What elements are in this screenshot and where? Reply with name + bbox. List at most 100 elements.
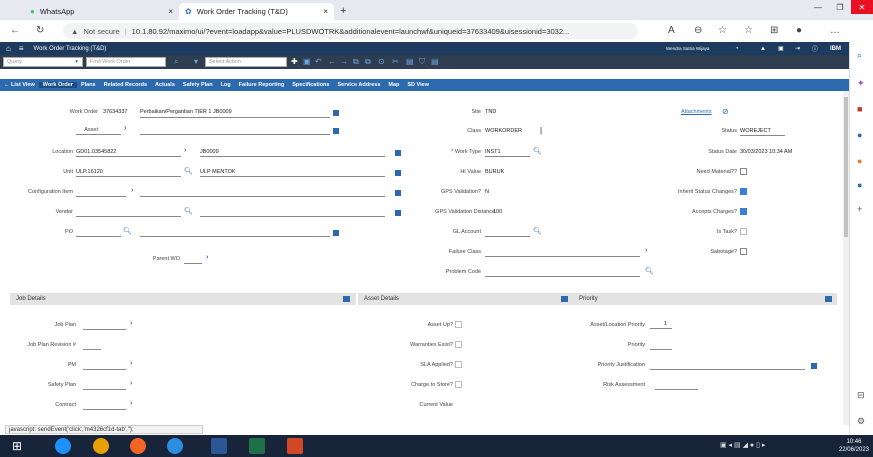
tab-sd-view[interactable]: SD View bbox=[403, 82, 433, 88]
undo-icon[interactable]: ↶ bbox=[315, 57, 322, 66]
long-description-icon[interactable] bbox=[395, 190, 401, 196]
url-input[interactable]: ▲ Not secure | 10.1.80.92/maximo/ui/?eve… bbox=[63, 23, 638, 39]
long-description-icon[interactable] bbox=[811, 363, 817, 369]
tab-specifications[interactable]: Specifications bbox=[288, 82, 333, 88]
long-description-icon[interactable] bbox=[395, 210, 401, 216]
asset-desc-input[interactable] bbox=[140, 134, 330, 135]
pm-input[interactable] bbox=[83, 369, 126, 370]
long-description-icon[interactable] bbox=[333, 230, 339, 236]
section-dialog-icon[interactable] bbox=[343, 296, 350, 302]
config-item-input[interactable] bbox=[76, 196, 126, 197]
unit-value[interactable]: ULP.16120 bbox=[76, 169, 103, 175]
new-tab-button[interactable]: + bbox=[340, 5, 346, 17]
job-plan-input[interactable] bbox=[83, 329, 126, 330]
asset-details-header[interactable]: Asset Details bbox=[358, 293, 576, 305]
search-icon[interactable]: 🔍︎ bbox=[184, 207, 193, 215]
location-priority-value[interactable]: 1 bbox=[664, 321, 667, 327]
more-icon[interactable]: … bbox=[830, 25, 840, 36]
inherit-status-checkbox[interactable] bbox=[740, 188, 747, 195]
chevron-right-icon[interactable]: › bbox=[645, 247, 647, 254]
scrollbar-thumb[interactable] bbox=[844, 97, 848, 237]
info-icon[interactable]: ⓘ bbox=[812, 44, 818, 53]
section-dialog-icon[interactable] bbox=[561, 296, 568, 302]
chevron-right-icon[interactable]: › bbox=[184, 147, 186, 154]
action-select[interactable]: Select Action bbox=[205, 57, 287, 67]
chevron-down-icon[interactable]: ▾ bbox=[194, 57, 198, 66]
add-icon[interactable]: + bbox=[857, 204, 862, 214]
sparkle-icon[interactable]: ✦ bbox=[857, 78, 865, 89]
profile-icon[interactable]: ● bbox=[796, 25, 802, 36]
priority-header[interactable]: Priority bbox=[574, 293, 837, 305]
asset-input[interactable] bbox=[76, 134, 121, 135]
firefox-icon[interactable] bbox=[130, 438, 146, 454]
search-icon[interactable]: 🔍︎ bbox=[645, 267, 654, 275]
tab-work-order[interactable]: Work Order bbox=[38, 82, 77, 88]
tab-log[interactable]: Log bbox=[217, 82, 235, 88]
close-window-icon[interactable]: ✕ bbox=[851, 0, 873, 14]
tab-service-address[interactable]: Service Address bbox=[333, 82, 384, 88]
settings-icon[interactable]: ⚙ bbox=[857, 416, 865, 427]
paperclip-icon[interactable]: ⊘ bbox=[722, 107, 729, 116]
close-tab-icon[interactable]: × bbox=[323, 7, 328, 16]
workflow-icon[interactable]: ⧉ bbox=[353, 57, 359, 67]
tray-icons[interactable]: ▣ ◂ ▤ ◢ ● ▯ ▸ bbox=[720, 441, 765, 449]
signout-icon[interactable]: ⇥ bbox=[795, 45, 800, 52]
next-icon[interactable]: → bbox=[340, 57, 348, 66]
help-icon[interactable]: ◔ bbox=[735, 46, 739, 52]
safety-plan-input[interactable] bbox=[83, 389, 126, 390]
chevron-right-icon[interactable]: › bbox=[130, 320, 132, 327]
chevron-right-icon[interactable]: › bbox=[124, 125, 126, 132]
tab-plans[interactable]: Plans bbox=[77, 82, 100, 88]
po-input[interactable] bbox=[76, 236, 121, 237]
gl-account-input[interactable] bbox=[485, 236, 530, 237]
location-value[interactable]: GD01.03545822 bbox=[76, 149, 116, 155]
tab-related-records[interactable]: Related Records bbox=[100, 82, 151, 88]
long-description-icon[interactable] bbox=[395, 170, 401, 176]
attachments-link[interactable]: Attachments bbox=[681, 109, 712, 115]
excel-icon[interactable] bbox=[249, 438, 265, 454]
games-icon[interactable]: ● bbox=[857, 156, 862, 166]
job-details-header[interactable]: Job Details bbox=[10, 293, 356, 305]
tab-list-view[interactable]: ← List View bbox=[0, 82, 39, 88]
chevron-right-icon[interactable]: › bbox=[130, 380, 132, 387]
internet-explorer-icon[interactable] bbox=[55, 438, 71, 454]
failure-class-input[interactable] bbox=[485, 256, 640, 257]
browser-tab-whatsapp[interactable]: ● WhatsApp × bbox=[24, 3, 179, 20]
parent-wo-input[interactable] bbox=[184, 263, 202, 264]
tab-safety-plan[interactable]: Safety Plan bbox=[179, 82, 217, 88]
contract-input[interactable] bbox=[83, 409, 126, 410]
close-tab-icon[interactable]: × bbox=[168, 7, 173, 16]
section-dialog-icon[interactable] bbox=[825, 296, 832, 302]
print-icon[interactable]: ▤ bbox=[431, 57, 439, 66]
sidebar-toggle-icon[interactable]: ⊟ bbox=[857, 390, 865, 401]
chevron-right-icon[interactable]: › bbox=[130, 400, 132, 407]
priority-input[interactable] bbox=[650, 349, 672, 350]
browser-tab-maximo[interactable]: ✿ Work Order Tracking (T&D) × bbox=[179, 3, 334, 20]
clock[interactable]: 10:46 22/06/2023 bbox=[839, 438, 869, 454]
query-select[interactable]: Query ▾ bbox=[3, 57, 83, 67]
vendor-desc-input[interactable] bbox=[200, 216, 385, 217]
risk-assessment-input[interactable] bbox=[655, 389, 698, 390]
priority-justification-input[interactable] bbox=[650, 369, 805, 370]
long-description-icon[interactable] bbox=[333, 128, 339, 134]
chrome-icon[interactable] bbox=[93, 438, 109, 454]
attachments-icon[interactable]: ✂ bbox=[392, 57, 399, 66]
accepts-charges-checkbox[interactable] bbox=[740, 208, 747, 215]
config-desc-input[interactable] bbox=[140, 196, 385, 197]
tab-map[interactable]: Map bbox=[384, 82, 403, 88]
search-icon[interactable]: 🔍︎ bbox=[123, 227, 132, 235]
vendor-input[interactable] bbox=[76, 216, 181, 217]
chevron-right-icon[interactable]: › bbox=[206, 254, 208, 261]
collections-icon[interactable]: ⊞ bbox=[770, 25, 778, 36]
bulletin-icon[interactable]: ▲ bbox=[760, 46, 766, 52]
favorites-icon[interactable]: ☆ bbox=[744, 25, 753, 36]
menu-icon[interactable]: ≡ bbox=[19, 44, 24, 53]
work-order-description[interactable]: Perbaikan/Pergantian TIER 1 JB0009 bbox=[140, 109, 232, 115]
reload-icon[interactable]: ↻ bbox=[36, 25, 44, 36]
report-icon[interactable]: ▤ bbox=[406, 57, 414, 66]
tab-actuals[interactable]: Actuals bbox=[151, 82, 179, 88]
favorite-icon[interactable]: ☆ bbox=[718, 25, 727, 36]
word-icon[interactable] bbox=[211, 438, 227, 454]
save-icon[interactable]: ▣ bbox=[303, 57, 311, 66]
maximize-icon[interactable]: ❐ bbox=[829, 0, 851, 14]
